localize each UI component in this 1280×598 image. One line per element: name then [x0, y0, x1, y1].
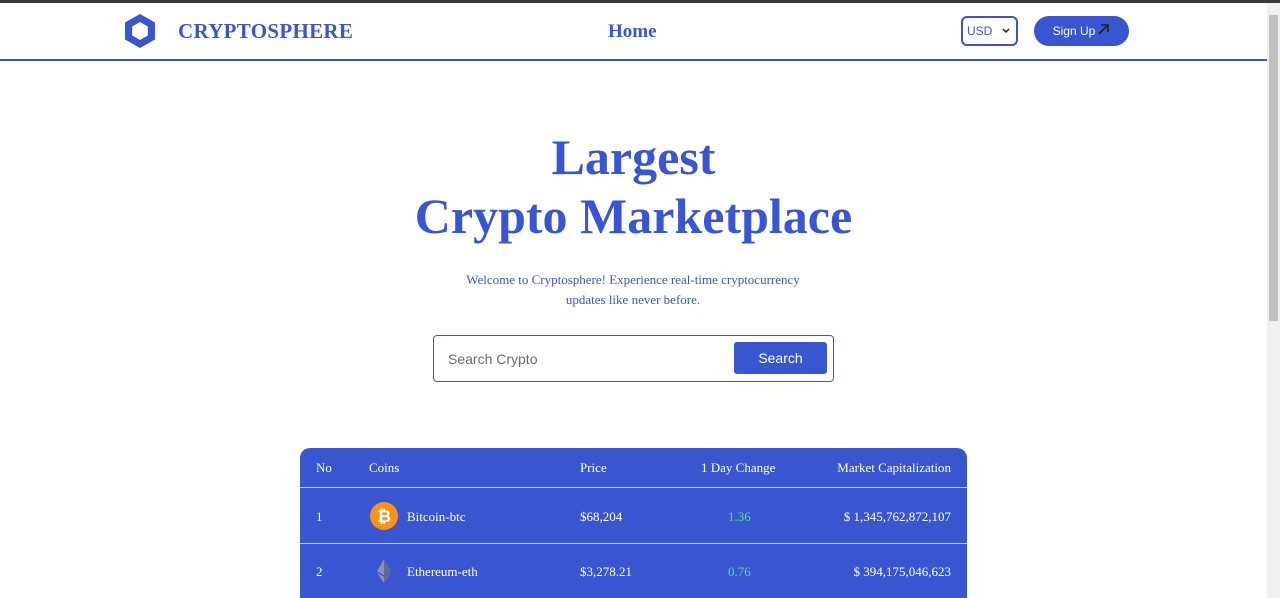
- coin-name: Ethereum-eth: [407, 564, 478, 579]
- coin-day-change: 0.76: [728, 564, 751, 579]
- crypto-table: No Coins Price 1 Day Change Market Capit…: [300, 448, 967, 598]
- brand-name: CRYPTOSPHERE: [178, 18, 354, 43]
- coin-price: $3,278.21: [580, 564, 632, 579]
- coin-day-change: 1.36: [728, 509, 751, 524]
- hero-title: Largest Crypto Marketplace: [0, 128, 1267, 246]
- svg-text:₿: ₿: [377, 507, 391, 527]
- search-form: Search: [433, 335, 834, 382]
- table-row[interactable]: 1 ₿ Bitcoin-btc $68,204 1.36 $ 1,345,762…: [300, 489, 967, 544]
- hero-subtitle-line1: Welcome to Cryptosphere! Experience real…: [466, 272, 800, 287]
- header-day-change: 1 Day Change: [701, 460, 776, 475]
- nav-home-link[interactable]: Home: [608, 21, 657, 43]
- arrow-up-right-icon: [1098, 23, 1110, 35]
- currency-select[interactable]: USD: [961, 16, 1018, 46]
- page-scrollbar-thumb[interactable]: [1269, 15, 1278, 321]
- hero-subtitle-line2: updates like never before.: [565, 292, 701, 307]
- hexagon-logo-icon: [125, 14, 155, 48]
- table-row[interactable]: 2 Ethereum-eth $3,278.21 0.76 $ 394,175,…: [300, 544, 967, 598]
- bitcoin-icon: ₿: [370, 502, 398, 530]
- table-header: No Coins Price 1 Day Change Market Capit…: [300, 448, 967, 488]
- hero-subtitle: Welcome to Cryptosphere! Experience real…: [452, 270, 814, 310]
- header-market-cap: Market Capitalization: [837, 460, 951, 475]
- hero-title-line1: Largest: [551, 129, 716, 185]
- search-input[interactable]: [448, 349, 728, 369]
- row-number: 1: [316, 509, 323, 524]
- coin-market-cap: $ 394,175,046,623: [853, 564, 952, 579]
- sign-up-button[interactable]: Sign Up: [1034, 16, 1129, 46]
- coin-market-cap: $ 1,345,762,872,107: [843, 509, 951, 524]
- chevron-down-icon: [1002, 28, 1010, 34]
- header-no: No: [316, 460, 332, 475]
- ethereum-icon: [377, 559, 391, 583]
- search-button[interactable]: Search: [734, 342, 827, 374]
- navbar: CRYPTOSPHERE Home USD Sign Up: [0, 3, 1267, 61]
- hero-title-line2: Crypto Marketplace: [414, 188, 853, 244]
- header-price: Price: [580, 460, 607, 475]
- row-number: 2: [316, 564, 323, 579]
- coin-price: $68,204: [580, 509, 623, 524]
- header-coins: Coins: [369, 460, 400, 475]
- currency-selected-value: USD: [967, 24, 993, 38]
- sign-up-label: Sign Up: [1052, 24, 1096, 38]
- brand-logo[interactable]: CRYPTOSPHERE: [122, 13, 353, 49]
- coin-name: Bitcoin-btc: [407, 509, 466, 524]
